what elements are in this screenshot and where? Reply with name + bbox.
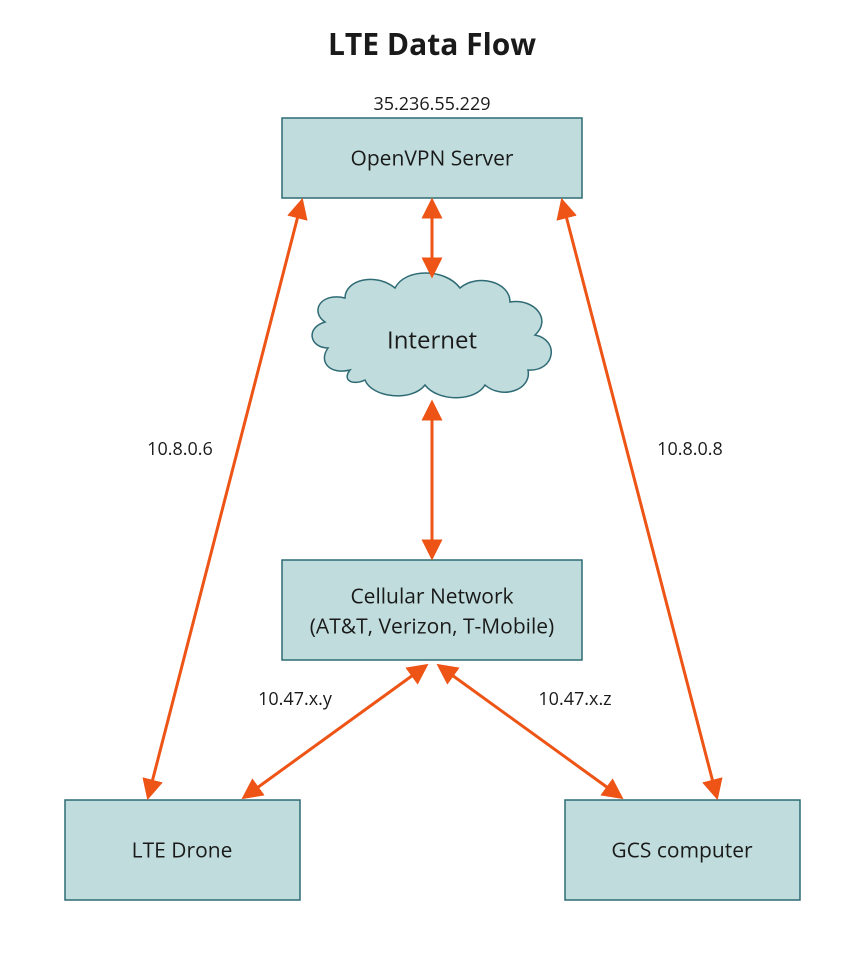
node-openvpn-server: OpenVPN Server (282, 118, 582, 198)
cellular-label-line2: (AT&T, Verizon, T-Mobile) (310, 613, 555, 641)
openvpn-label: OpenVPN Server (350, 145, 513, 173)
node-cellular-network: Cellular Network (AT&T, Verizon, T-Mobil… (282, 560, 582, 660)
node-internet: Internet (312, 273, 551, 398)
label-drone-cell-ip: 10.47.x.y (258, 687, 333, 711)
label-gcs-vpn-ip: 10.8.0.8 (657, 437, 723, 461)
label-drone-vpn-ip: 10.8.0.6 (147, 437, 213, 461)
openvpn-ip-label: 35.236.55.229 (373, 92, 490, 116)
diagram-canvas: LTE Data Flow 35.236.55.229 OpenVPN Serv… (0, 0, 864, 960)
gcs-computer-label: GCS computer (611, 837, 753, 865)
cellular-label-line1: Cellular Network (350, 583, 513, 611)
internet-label: Internet (387, 323, 477, 356)
diagram-title: LTE Data Flow (328, 23, 536, 64)
lte-drone-label: LTE Drone (132, 837, 233, 865)
label-gcs-cell-ip: 10.47.x.z (538, 687, 611, 711)
node-gcs-computer: GCS computer (565, 800, 800, 900)
node-lte-drone: LTE Drone (65, 800, 300, 900)
